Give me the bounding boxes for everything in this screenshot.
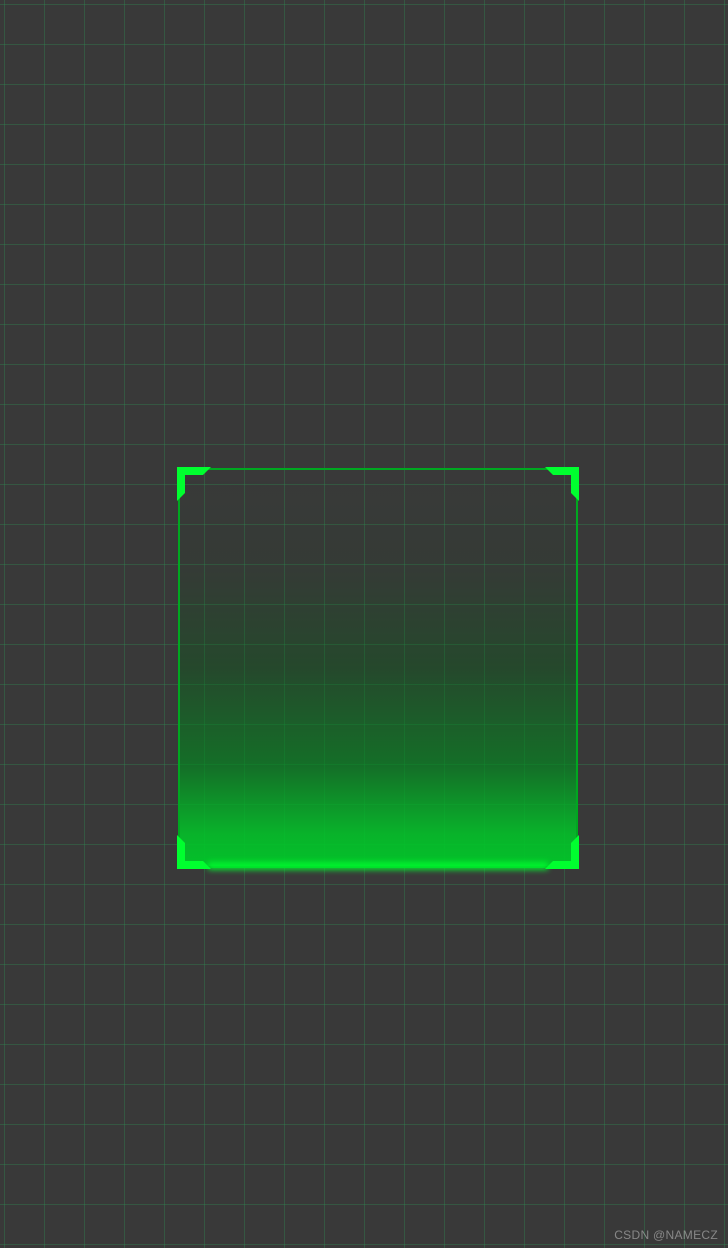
- corner-bracket-top-left-icon: [177, 467, 211, 501]
- hud-bottom-glow: [208, 862, 548, 870]
- watermark-text: CSDN @NAMECZ: [614, 1228, 718, 1242]
- hud-panel: [178, 468, 578, 868]
- corner-bracket-top-right-icon: [545, 467, 579, 501]
- corner-bracket-bottom-right-icon: [545, 835, 579, 869]
- corner-bracket-bottom-left-icon: [177, 835, 211, 869]
- hud-border: [178, 468, 578, 868]
